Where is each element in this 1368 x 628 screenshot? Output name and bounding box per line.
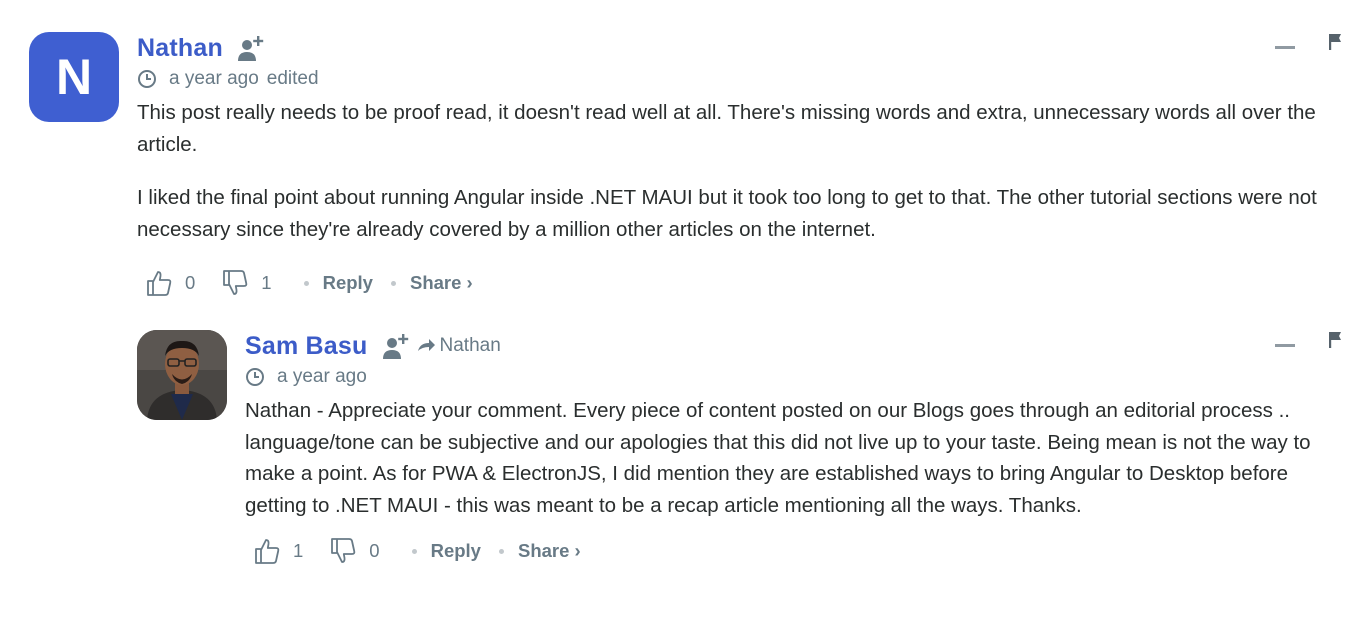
comment-meta: a year ago edited: [137, 66, 1344, 92]
upvote-count: 0: [185, 272, 196, 293]
author-name[interactable]: Nathan: [137, 34, 223, 63]
share-button[interactable]: Share ›: [518, 540, 581, 562]
avatar[interactable]: N: [29, 32, 119, 122]
reply-to-name: Nathan: [439, 335, 501, 356]
upvote-count: 1: [293, 540, 304, 561]
edited-label: edited: [266, 68, 319, 89]
comment-footer: 0 1 Reply Share ›: [137, 263, 1344, 303]
comment-body: Nathan a year ago edited This post reall…: [137, 30, 1344, 303]
minimize-icon[interactable]: [1275, 343, 1295, 347]
share-button[interactable]: Share ›: [410, 272, 473, 294]
comment-header: Nathan: [137, 30, 1344, 66]
thumbs-down-icon: [331, 538, 356, 563]
downvote-button[interactable]: 0: [329, 537, 380, 565]
follow-icon[interactable]: [237, 33, 267, 63]
separator-dot: [390, 280, 396, 286]
separator-dot: [303, 280, 309, 286]
comment-footer: 1 0 Reply Share ›: [245, 531, 1344, 571]
author-name[interactable]: Sam Basu: [245, 332, 368, 361]
downvote-button[interactable]: 1: [221, 269, 272, 297]
upvote-button[interactable]: 1: [253, 537, 303, 565]
upvote-button[interactable]: 0: [145, 269, 195, 297]
comment-meta: a year ago: [245, 364, 1344, 390]
comment-paragraph: This post really needs to be proof read,…: [137, 101, 1316, 156]
downvote-count: 0: [369, 540, 380, 561]
comment-paragraph: I liked the final point about running An…: [137, 186, 1317, 241]
timestamp[interactable]: a year ago: [277, 366, 367, 388]
minimize-icon[interactable]: [1275, 45, 1295, 49]
separator-dot: [498, 548, 504, 554]
reply-arrow-icon: [417, 339, 435, 351]
comment-paragraph: Nathan - Appreciate your comment. Every …: [245, 399, 1311, 517]
timestamp[interactable]: a year ago: [169, 68, 259, 90]
reply-button[interactable]: Reply: [431, 540, 481, 562]
reply-button[interactable]: Reply: [323, 272, 373, 294]
thumbs-up-icon: [147, 271, 172, 296]
comment-body: Sam Basu Nathan a year ago Nathan - Appr…: [245, 328, 1344, 571]
clock-icon: [246, 368, 264, 386]
reply-to-link[interactable]: Nathan: [416, 335, 501, 357]
clock-icon: [138, 70, 156, 88]
follow-icon[interactable]: [382, 331, 412, 361]
comment-text: Nathan - Appreciate your comment. Every …: [245, 395, 1344, 521]
avatar-photo: [137, 330, 227, 420]
thumbs-down-icon: [223, 270, 248, 295]
comment-text: This post really needs to be proof read,…: [137, 97, 1344, 245]
comment-actions: [1275, 33, 1344, 51]
separator-dot: [411, 548, 417, 554]
comment-actions: [1275, 331, 1344, 349]
thumbs-up-icon: [255, 539, 280, 564]
avatar[interactable]: [137, 330, 227, 420]
avatar-letter: N: [55, 49, 93, 105]
comment-header: Sam Basu Nathan: [245, 328, 1344, 364]
downvote-count: 1: [261, 272, 272, 293]
flag-icon[interactable]: [1328, 331, 1344, 349]
flag-icon[interactable]: [1328, 33, 1344, 51]
